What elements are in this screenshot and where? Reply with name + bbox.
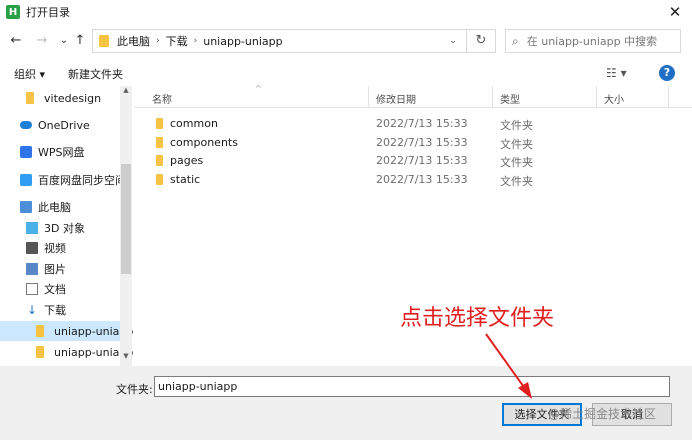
arrow-head — [518, 382, 532, 399]
annotation-arrow — [485, 333, 532, 399]
arrow-shaft — [485, 333, 527, 391]
watermark: @稀土掘金技术社区 — [548, 407, 657, 421]
